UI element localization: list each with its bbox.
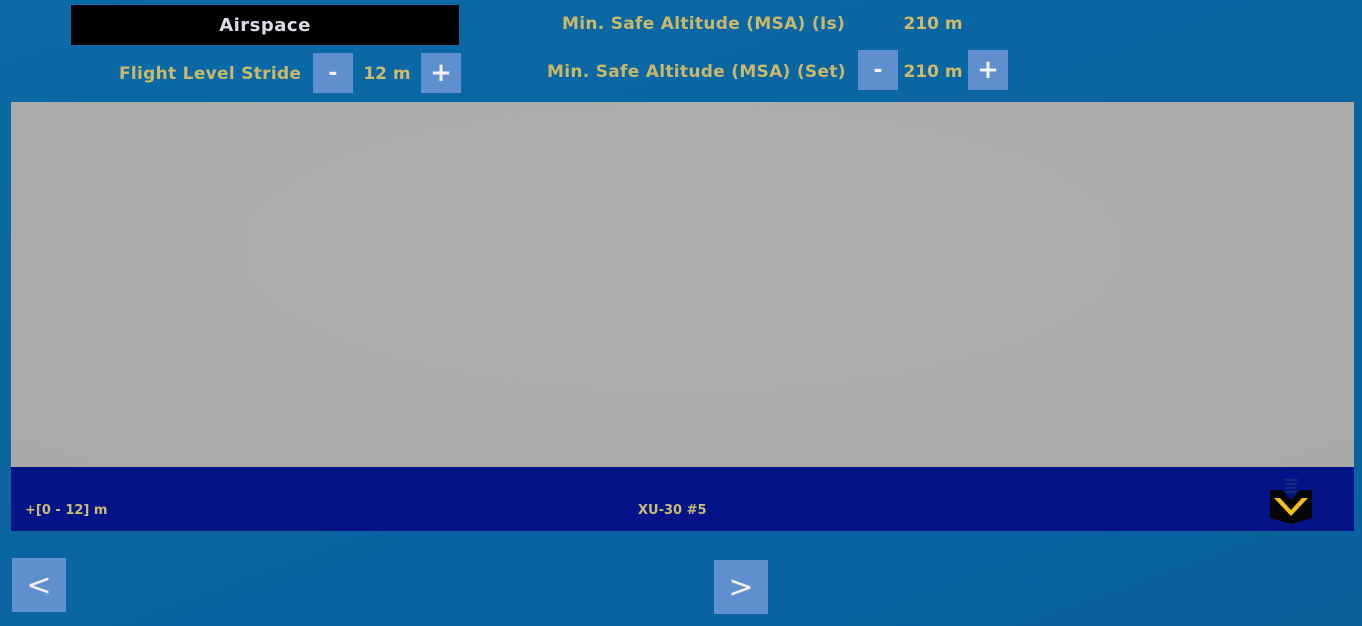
- msa-set-increment-button[interactable]: +: [968, 50, 1008, 90]
- previous-button[interactable]: <: [12, 558, 66, 612]
- msa-set-value: 210 m: [903, 62, 963, 82]
- page-title: Airspace: [219, 14, 311, 36]
- flight-level-stride-increment-button[interactable]: +: [421, 53, 461, 93]
- msa-is-value: 210 m: [903, 14, 963, 34]
- drop-in-tray-icon[interactable]: [1268, 476, 1314, 526]
- altitude-range-text: +[0 - 12] m: [25, 503, 108, 518]
- status-bar: [11, 467, 1354, 531]
- msa-set-label: Min. Safe Altitude (MSA) (Set): [547, 62, 846, 82]
- title-bar: Airspace: [71, 5, 459, 45]
- msa-set-decrement-button[interactable]: -: [858, 50, 898, 90]
- flight-level-stride-label: Flight Level Stride: [119, 64, 302, 84]
- drop-in-tray-icon-graphic: [1270, 479, 1312, 524]
- next-button[interactable]: >: [714, 560, 768, 614]
- flight-level-stride-value: 12 m: [363, 64, 411, 84]
- msa-is-label: Min. Safe Altitude (MSA) (Is): [562, 14, 846, 34]
- vehicle-id-text: XU-30 #5: [638, 503, 707, 518]
- flight-level-stride-decrement-button[interactable]: -: [313, 53, 353, 93]
- airspace-view-panel[interactable]: [11, 102, 1354, 468]
